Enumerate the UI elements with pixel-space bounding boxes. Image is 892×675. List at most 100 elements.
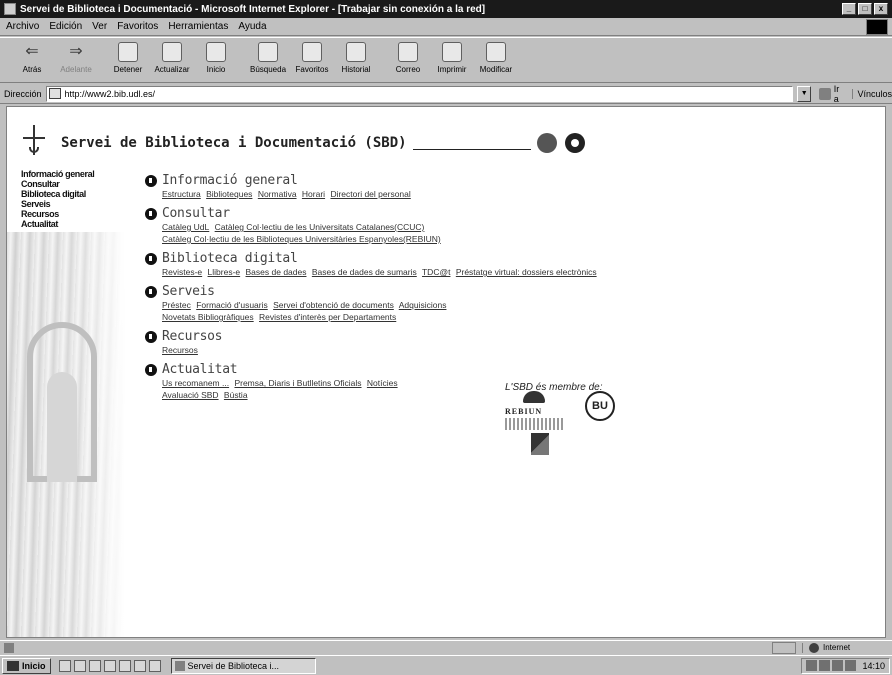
window-title: Servei de Biblioteca i Documentació - Mi…: [20, 3, 486, 15]
address-input[interactable]: http://www2.bib.udl.es/: [45, 85, 794, 102]
link-cataleg-rebiun[interactable]: Catàleg Col·lectiu de les Biblioteques U…: [162, 234, 441, 244]
page-status-icon: [4, 642, 14, 653]
start-label: Inicio: [22, 660, 46, 671]
sidebar-item-biblioteca-digital[interactable]: Biblioteca digital: [21, 189, 94, 199]
cube-logo-icon[interactable]: [531, 433, 549, 455]
bullet-icon: [145, 330, 157, 343]
link-llibres-e[interactable]: Llibres-e: [208, 267, 241, 277]
volume-icon[interactable]: [845, 660, 857, 671]
menu-archivo[interactable]: Archivo: [6, 21, 39, 32]
bu-logo[interactable]: BU: [585, 391, 615, 421]
mail-button[interactable]: Correo: [386, 42, 430, 74]
ie-launch-icon[interactable]: [73, 659, 86, 672]
search-label: Búsqueda: [249, 65, 287, 74]
link-formacio[interactable]: Formació d'usuaris: [196, 300, 268, 310]
mail-label: Correo: [395, 65, 421, 74]
link-bases-dades[interactable]: Bases de dades: [246, 267, 307, 277]
link-sod[interactable]: Servei d'obtenció de documents: [273, 300, 394, 310]
link-revistes-e[interactable]: Revistes-e: [162, 267, 202, 277]
menu-edicion[interactable]: Edición: [49, 21, 82, 32]
section-title[interactable]: Serveis: [162, 284, 215, 299]
menu-favoritos[interactable]: Favoritos: [117, 21, 158, 32]
go-button[interactable]: Ir a: [819, 84, 846, 104]
search-button[interactable]: Búsqueda: [246, 42, 290, 74]
sidebar-item-recursos[interactable]: Recursos: [21, 209, 94, 219]
link-cataleg-udl[interactable]: Catàleg UdL: [162, 222, 209, 232]
link-revistes-departaments[interactable]: Revistes d'interès per Departaments: [259, 312, 396, 322]
favorites-button[interactable]: Favoritos: [290, 42, 334, 74]
desktop-icon[interactable]: [58, 659, 71, 672]
link-estructura[interactable]: Estructura: [162, 189, 201, 199]
link-premsa[interactable]: Premsa, Diaris i Butlletins Oficials: [234, 378, 361, 388]
nav-circle-button-2[interactable]: [564, 133, 585, 153]
display-icon[interactable]: [832, 660, 844, 671]
link-prestatge-virtual[interactable]: Préstatge virtual: dossiers electrònics: [456, 267, 597, 277]
channels-icon[interactable]: [103, 659, 116, 672]
sidebar-item-serveis[interactable]: Serveis: [21, 199, 94, 209]
stop-icon: [118, 42, 138, 62]
network-icon[interactable]: [806, 660, 818, 671]
favorites-icon: [302, 42, 322, 62]
edit-button[interactable]: Modificar: [474, 42, 518, 74]
outlook-icon[interactable]: [88, 659, 101, 672]
ie-throbber-icon: [866, 19, 888, 35]
sidebar-item-actualitat[interactable]: Actualitat: [21, 219, 94, 229]
links-button[interactable]: Vínculos: [852, 88, 892, 99]
ie-task-icon: [174, 660, 185, 671]
refresh-button[interactable]: Actualizar: [150, 42, 194, 74]
media-icon[interactable]: [148, 659, 161, 672]
stop-button[interactable]: Detener: [106, 42, 150, 74]
section-title[interactable]: Consultar: [162, 206, 230, 221]
menu-herramientas[interactable]: Herramientas: [168, 21, 228, 32]
rebiun-logo[interactable]: REBIUN: [505, 391, 563, 437]
title-bar[interactable]: Servei de Biblioteca i Documentació - Mi…: [0, 0, 892, 18]
close-button[interactable]: x: [874, 3, 888, 15]
section-title[interactable]: Biblioteca digital: [162, 251, 298, 266]
page-header: Servei de Biblioteca i Documentació (SBD…: [17, 125, 585, 161]
link-adquisicions[interactable]: Adquisicions: [399, 300, 447, 310]
section-title[interactable]: Recursos: [162, 329, 223, 344]
sidebar-item-informacio[interactable]: Informació general: [21, 169, 95, 179]
history-button[interactable]: Historial: [334, 42, 378, 74]
link-biblioteques[interactable]: Biblioteques: [206, 189, 252, 199]
menu-ayuda[interactable]: Ayuda: [238, 21, 266, 32]
link-noticies[interactable]: Notícies: [367, 378, 398, 388]
link-novetats[interactable]: Novetats Bibliogràfiques: [162, 312, 254, 322]
start-button[interactable]: Inicio: [2, 657, 51, 674]
link-tdcat[interactable]: TDC@t: [422, 267, 450, 277]
home-icon: [206, 42, 226, 62]
link-directori[interactable]: Directori del personal: [330, 189, 410, 199]
menu-ver[interactable]: Ver: [92, 21, 107, 32]
link-recomanem[interactable]: Us recomanem ...: [162, 378, 229, 388]
keyboard-icon[interactable]: [819, 660, 831, 671]
nav-circle-button[interactable]: [536, 133, 557, 153]
link-cataleg-ccuc[interactable]: Catàleg Col·lectiu de les Universitats C…: [215, 222, 425, 232]
link-recursos[interactable]: Recursos: [162, 345, 198, 355]
minimize-button[interactable]: _: [842, 3, 856, 15]
section-title[interactable]: Informació general: [162, 173, 298, 188]
print-button[interactable]: Imprimir: [430, 42, 474, 74]
address-dropdown-button[interactable]: ▼: [797, 85, 812, 102]
link-avaluacio[interactable]: Avaluació SBD: [162, 390, 219, 400]
link-horari[interactable]: Horari: [302, 189, 325, 199]
section-title[interactable]: Actualitat: [162, 362, 238, 377]
bullet-icon: [145, 174, 157, 187]
security-zone: Internet: [802, 642, 892, 653]
toolbar: ⇐ Atrás ⇒ Adelante Detener Actualizar In…: [0, 37, 892, 83]
sidebar-item-consultar[interactable]: Consultar: [21, 179, 94, 189]
maximize-button[interactable]: □: [858, 3, 872, 15]
search-icon: [258, 42, 278, 62]
link-bustia[interactable]: Bústia: [224, 390, 248, 400]
link-prestec[interactable]: Préstec: [162, 300, 191, 310]
forward-button[interactable]: ⇒ Adelante: [54, 42, 98, 74]
link-normativa[interactable]: Normativa: [258, 189, 297, 199]
home-label: Inicio: [206, 65, 226, 74]
explorer-icon[interactable]: [118, 659, 131, 672]
back-button[interactable]: ⇐ Atrás: [10, 42, 54, 74]
taskbar-window-button[interactable]: Servei de Biblioteca i...: [170, 657, 316, 674]
history-icon: [346, 42, 366, 62]
folder-icon[interactable]: [133, 659, 146, 672]
link-bases-sumaris[interactable]: Bases de dades de sumaris: [312, 267, 417, 277]
offline-icon: [772, 641, 796, 654]
home-button[interactable]: Inicio: [194, 42, 238, 74]
